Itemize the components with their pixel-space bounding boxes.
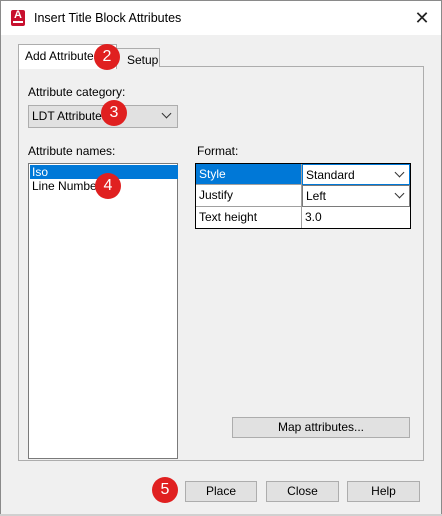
attribute-category-value: LDT Attributes bbox=[32, 109, 108, 123]
chevron-down-icon bbox=[394, 167, 405, 178]
chevron-down-icon bbox=[161, 108, 172, 119]
window-title: Insert Title Block Attributes bbox=[34, 11, 182, 25]
style-select[interactable]: Standard bbox=[302, 164, 410, 185]
format-grid: Style Standard Justify Left Text height … bbox=[195, 163, 411, 229]
attribute-names-list[interactable]: Iso Line Number bbox=[28, 163, 178, 459]
place-button[interactable]: Place bbox=[185, 481, 257, 502]
tab-setup-label: Setup bbox=[127, 53, 159, 67]
justify-select[interactable]: Left bbox=[302, 185, 410, 207]
title-bar: A Insert Title Block Attributes ✕ bbox=[1, 1, 441, 35]
justify-select-value: Left bbox=[306, 189, 327, 203]
step-badge: 2 bbox=[94, 44, 120, 70]
tab-add-attributes-label: Add Attributes bbox=[25, 49, 100, 63]
attribute-names-label: Attribute names: bbox=[28, 144, 116, 158]
help-button[interactable]: Help bbox=[347, 481, 420, 502]
format-label: Format: bbox=[197, 144, 239, 158]
autocad-app-icon: A bbox=[11, 9, 25, 26]
format-row-name[interactable]: Justify bbox=[196, 185, 302, 207]
close-icon[interactable]: ✕ bbox=[409, 5, 435, 31]
format-row-name[interactable]: Style bbox=[196, 164, 302, 185]
format-row-name: Text height bbox=[196, 207, 302, 228]
step-badge: 3 bbox=[101, 100, 127, 126]
close-button[interactable]: Close bbox=[266, 481, 339, 502]
text-height-value[interactable]: 3.0 bbox=[302, 207, 410, 228]
step-badge: 4 bbox=[95, 173, 121, 199]
step-badge: 5 bbox=[152, 477, 178, 503]
map-attributes-button[interactable]: Map attributes... bbox=[232, 417, 410, 438]
chevron-down-icon bbox=[394, 188, 405, 199]
attribute-category-label: Attribute category: bbox=[28, 85, 126, 99]
tab-setup[interactable]: Setup bbox=[114, 48, 160, 67]
dialog-window: A Insert Title Block Attributes ✕ Add At… bbox=[0, 0, 442, 516]
style-select-value: Standard bbox=[306, 168, 355, 182]
